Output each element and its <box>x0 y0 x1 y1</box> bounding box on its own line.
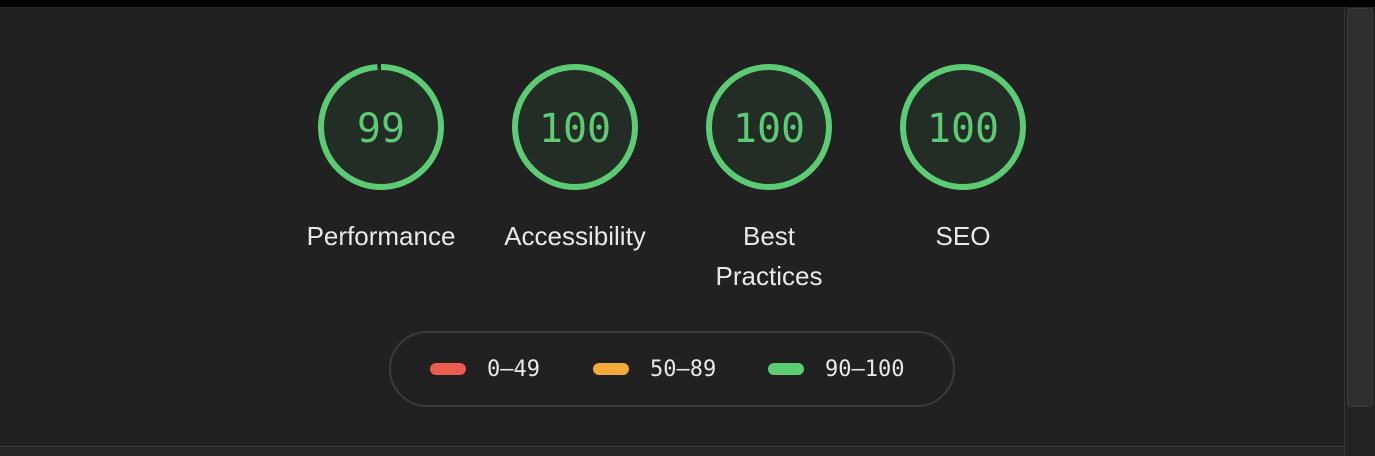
score-value: 100 <box>927 106 999 152</box>
gauge-accessibility[interactable]: 100 Accessibility <box>485 62 665 256</box>
score-ring: 100 <box>512 64 638 190</box>
window-top-edge <box>0 0 1375 7</box>
legend-label: 0–49 <box>487 356 540 382</box>
category-label: SEO <box>935 221 991 251</box>
score-value: 100 <box>733 106 805 152</box>
score-ring: 100 <box>900 64 1026 190</box>
fail-swatch-icon <box>430 363 466 375</box>
category-label: Accessibility <box>504 221 646 251</box>
gauge-performance[interactable]: 99 Performance <box>291 62 471 256</box>
scrollbar-thumb[interactable] <box>1347 8 1373 407</box>
score-value: 99 <box>357 106 405 152</box>
legend-label: 90–100 <box>825 356 905 382</box>
legend-label: 50–89 <box>650 356 717 382</box>
gauge-best-practices[interactable]: 100 Best Practices <box>679 62 859 296</box>
pass-swatch-icon <box>768 363 804 375</box>
score-ring: 99 <box>318 64 444 190</box>
score-scale-legend: 0–49 50–89 90–100 <box>389 331 955 407</box>
score-value: 100 <box>539 106 611 152</box>
next-section-edge <box>0 447 1344 456</box>
legend-item-fail: 0–49 <box>430 333 540 405</box>
score-ring: 100 <box>706 64 832 190</box>
legend-item-average: 50–89 <box>593 333 716 405</box>
legend-item-pass: 90–100 <box>768 333 904 405</box>
category-label: Best Practices <box>715 221 823 291</box>
gauge-seo[interactable]: 100 SEO <box>873 62 1053 256</box>
average-swatch-icon <box>593 363 629 375</box>
category-label: Performance <box>306 221 456 251</box>
